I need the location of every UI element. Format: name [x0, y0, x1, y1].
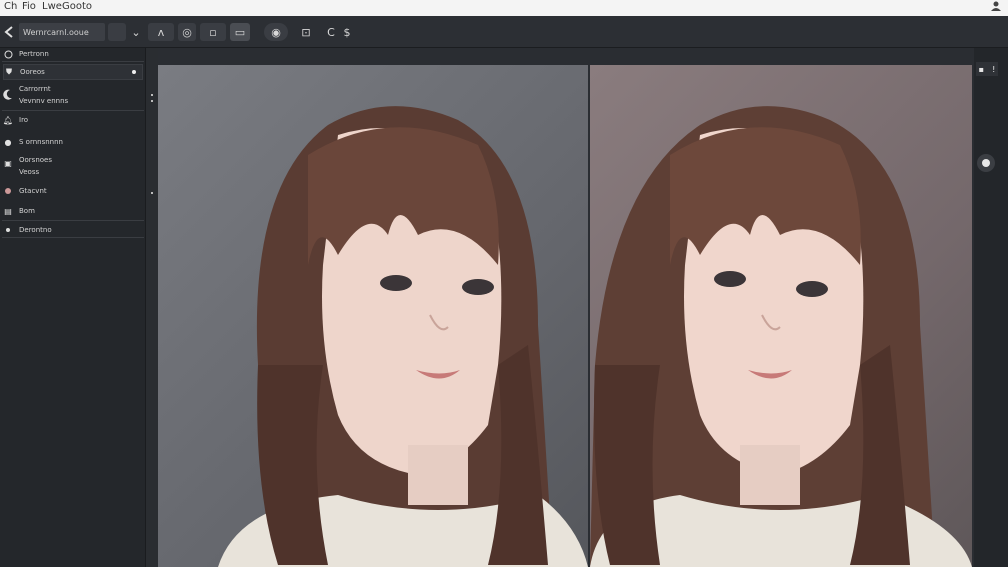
sidebar-item-label: Carrorrnt [19, 85, 51, 93]
sidebar-item-ooreos[interactable]: ⛊ Ooreos [3, 64, 143, 80]
bell-icon: 🔔︎ [2, 115, 14, 125]
menu-bar: Ch Fio Lwe Gooto [0, 0, 1008, 16]
sidebar-item-label: Oorsnoes [19, 156, 52, 164]
menu-item-lwe[interactable]: Lwe [42, 1, 62, 12]
lasso-tool-button[interactable]: ◎ [178, 23, 196, 41]
user-icon[interactable] [990, 1, 1002, 11]
right-toolbar: ▪ ! [974, 48, 1008, 567]
divider [2, 237, 144, 238]
file-icon: ▤ [4, 206, 12, 216]
back-arrow-icon[interactable] [3, 23, 15, 41]
record-button[interactable] [977, 154, 995, 172]
toolbar: Wernrcarnl.ooue ⌄ ʌ ◎ ▫ ▭ ◉ ⊡ C $ [0, 16, 1008, 48]
scroll-dot [151, 192, 153, 194]
sidebar-item-label: Gtacvnt [19, 187, 47, 195]
menu-item-gooto[interactable]: Gooto [62, 1, 92, 12]
sidebar-item-carrorrnt[interactable]: Carrorrnt Vevnnv ennns [3, 84, 143, 106]
scroll-dot [151, 100, 153, 102]
square-icon: ▪ [978, 64, 985, 74]
sidebar-item-label: Pertronn [19, 50, 49, 58]
crescent-icon [3, 89, 13, 100]
sidebar-item-label: Bom [19, 207, 35, 215]
user-icon: ● [4, 137, 12, 147]
info-icon: ! [992, 64, 996, 74]
original-image-panel[interactable] [158, 65, 588, 567]
sidebar-item-oorsnoes[interactable]: ▣ Oorsnoes Veoss [3, 156, 143, 178]
menu-item-fio[interactable]: Fio [22, 1, 36, 12]
undo-button[interactable]: C [324, 23, 338, 41]
tag-icon: ▣ [4, 158, 12, 168]
dot-icon [982, 159, 990, 167]
selected-dot-icon [132, 70, 136, 74]
sidebar-scrollbar[interactable] [146, 48, 158, 567]
frame-tool-button[interactable]: ▭ [230, 23, 250, 41]
sidebar-item-iro[interactable]: 🔔︎ Iro [3, 114, 143, 126]
sidebar-item-gtacvnt[interactable]: Gtacvnt [3, 185, 143, 197]
sidebar-item-bom[interactable]: ▤ Bom [3, 205, 143, 217]
sidebar-item-label: Ooreos [20, 68, 45, 76]
sidebar-item-label: Iro [19, 116, 29, 124]
sidebar-item-derontno[interactable]: Derontno [3, 224, 143, 236]
dot-icon [3, 186, 13, 196]
crop-tool-button[interactable]: ⊡ [298, 23, 314, 41]
document-title-field[interactable]: Wernrcarnl.ooue [19, 23, 105, 41]
canvas-area [158, 48, 974, 567]
circle-icon [3, 49, 13, 59]
divider [2, 220, 144, 221]
small-dot-icon [3, 225, 13, 235]
sidebar-item-sornnsnnnn[interactable]: ● S ornnsnnnn [3, 136, 143, 148]
panel-toggle-button[interactable] [108, 23, 126, 41]
menu-item-ch[interactable]: Ch [4, 1, 17, 12]
sidebar-item-sublabel: Vevnnv ennns [19, 97, 69, 105]
portrait-image [218, 106, 588, 567]
divider [2, 110, 144, 111]
panel-option-button[interactable]: ▪ ! [976, 62, 998, 76]
layers-button[interactable]: ⌄ [128, 23, 144, 41]
triangle-tool-button[interactable]: ʌ [148, 23, 174, 41]
dollar-button[interactable]: $ [340, 23, 354, 41]
divider [2, 61, 144, 62]
sidebar-item-label: S ornnsnnnn [19, 138, 63, 146]
sidebar-item-label: Derontno [19, 226, 52, 234]
sidebar: Pertronn ⛊ Ooreos Carrorrnt Vevnnv ennns… [0, 48, 146, 567]
edited-image-panel[interactable] [590, 65, 972, 567]
shield-icon: ⛊ [6, 67, 12, 76]
portrait-image [590, 106, 972, 567]
color-button[interactable]: ◉ [264, 23, 288, 41]
sidebar-item-pertronn[interactable]: Pertronn [3, 48, 143, 60]
scroll-dot [151, 94, 153, 96]
sidebar-item-sublabel: Veoss [19, 168, 40, 176]
grid-tool-button[interactable]: ▫ [200, 23, 226, 41]
